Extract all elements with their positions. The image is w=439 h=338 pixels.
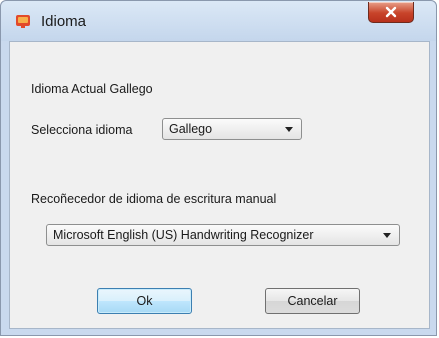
window-title: Idioma — [41, 13, 87, 30]
select-language-label: Selecciona idioma — [31, 123, 133, 137]
handwriting-recognizer-label: Recoñecedor de idioma de escritura manua… — [31, 192, 277, 206]
cancel-button-label: Cancelar — [287, 294, 338, 308]
title-bar[interactable]: Idioma — [1, 1, 436, 41]
cancel-button[interactable]: Cancelar — [265, 288, 360, 314]
language-dropdown[interactable]: Gallego — [162, 118, 302, 140]
language-dropdown-value: Gallego — [169, 122, 213, 136]
ok-button-label: Ok — [136, 294, 153, 308]
close-button[interactable] — [368, 2, 414, 23]
dialog-content: Idioma Actual Gallego Selecciona idioma … — [9, 41, 430, 329]
current-language-label: Idioma Actual Gallego — [31, 82, 153, 96]
handwriting-recognizer-value: Microsoft English (US) Handwriting Recog… — [53, 228, 314, 242]
close-icon — [385, 6, 397, 18]
chevron-down-icon — [383, 232, 391, 238]
ok-button[interactable]: Ok — [97, 288, 192, 314]
app-icon — [16, 15, 30, 28]
chevron-down-icon — [285, 126, 293, 132]
handwriting-recognizer-dropdown[interactable]: Microsoft English (US) Handwriting Recog… — [46, 224, 400, 246]
dialog-window: Idioma Idioma Actual Gallego Selecciona … — [0, 0, 437, 336]
